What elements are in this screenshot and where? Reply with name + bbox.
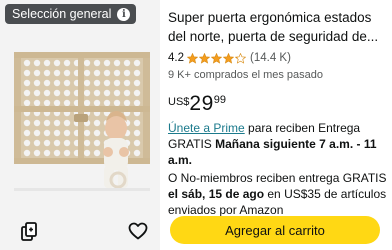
- overall-pick-badge: Selección general i: [5, 4, 137, 24]
- star-icon: [211, 52, 222, 64]
- rating-count[interactable]: (14.4 K): [250, 52, 291, 64]
- info-icon[interactable]: i: [117, 7, 131, 21]
- rating-row[interactable]: 4.2 (14.4 K): [168, 51, 388, 65]
- title-line-1[interactable]: Super puerta ergonómica estados: [168, 8, 388, 27]
- nonmember-delivery: O No-miembros reciben entrega GRATIS el …: [168, 170, 388, 218]
- price: US$ 29 99: [168, 93, 388, 115]
- star-icon: [235, 52, 246, 64]
- rating-value: 4.2: [168, 52, 184, 64]
- title-line-2[interactable]: del norte, puerta de seguridad de...: [168, 27, 388, 46]
- product-card[interactable]: Selección general i Super puerta ergonóm…: [0, 0, 392, 250]
- product-media[interactable]: Selección general i: [0, 0, 160, 250]
- prime-delivery: Únete a Prime para reciben Entrega GRATI…: [168, 120, 388, 168]
- bought-count: 9 K+ comprados el mes pasado: [168, 69, 324, 81]
- product-info: Super puerta ergonómica estados del nort…: [168, 8, 388, 218]
- price-currency: US$: [168, 96, 190, 108]
- nonmember-date: el sáb, 15 de ago: [168, 187, 265, 201]
- add-to-cart-button[interactable]: Agregar al carrito: [170, 216, 380, 244]
- star-rating[interactable]: [187, 52, 246, 64]
- star-icon: [199, 52, 210, 64]
- compare-icon[interactable]: [20, 222, 38, 242]
- product-title[interactable]: Super puerta ergonómica estados del nort…: [168, 8, 388, 46]
- join-prime-link[interactable]: Únete a Prime: [168, 121, 245, 135]
- price-whole: 29: [189, 92, 214, 115]
- star-icon: [187, 52, 198, 64]
- star-icon: [223, 52, 234, 64]
- badge-label: Selección general: [12, 7, 112, 21]
- nonmember-text: O No-miembros reciben entrega GRATIS: [168, 171, 387, 185]
- heart-icon[interactable]: [128, 222, 148, 240]
- product-image[interactable]: [12, 48, 152, 198]
- price-fraction: 99: [213, 94, 227, 106]
